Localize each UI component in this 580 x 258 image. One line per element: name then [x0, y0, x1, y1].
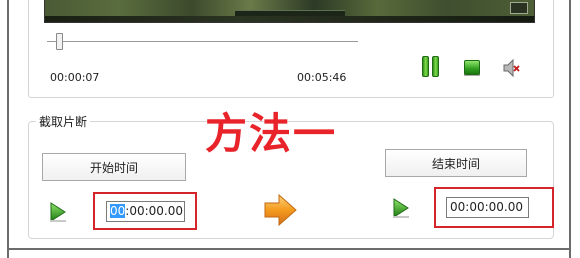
window-frame-left [7, 0, 9, 258]
stop-icon [464, 60, 480, 75]
current-time: 00:00:07 [50, 71, 100, 84]
start-time-field[interactable]: 00:00:00.00 [106, 201, 185, 222]
window-frame-right [569, 0, 571, 258]
pause-icon [422, 56, 429, 77]
method-annotation: 方法一 [205, 109, 338, 158]
start-time-button[interactable]: 开始时间 [42, 153, 186, 181]
play-icon [393, 198, 409, 218]
mute-button[interactable] [502, 58, 520, 78]
clip-group-label: 截取片断 [36, 115, 91, 129]
video-border [44, 0, 535, 23]
pause-button[interactable] [421, 55, 441, 79]
seek-thumb[interactable] [56, 33, 63, 50]
stop-button[interactable] [463, 59, 482, 77]
end-time-button[interactable]: 结束时间 [385, 149, 527, 177]
end-time-field[interactable]: 00:00:00.00 [446, 197, 529, 218]
play-start-button[interactable] [49, 201, 67, 223]
arrow-right-icon [263, 193, 298, 227]
start-time-rest: :00:00.00 [125, 204, 183, 218]
window-frame-bottom [7, 248, 571, 250]
play-end-button[interactable] [392, 197, 410, 219]
pause-icon [432, 56, 439, 77]
start-time-selected-segment: 00 [110, 204, 126, 218]
play-icon [50, 202, 66, 222]
seek-track[interactable] [47, 41, 358, 42]
total-time: 00:05:46 [297, 71, 347, 84]
speaker-muted-icon [503, 58, 520, 78]
